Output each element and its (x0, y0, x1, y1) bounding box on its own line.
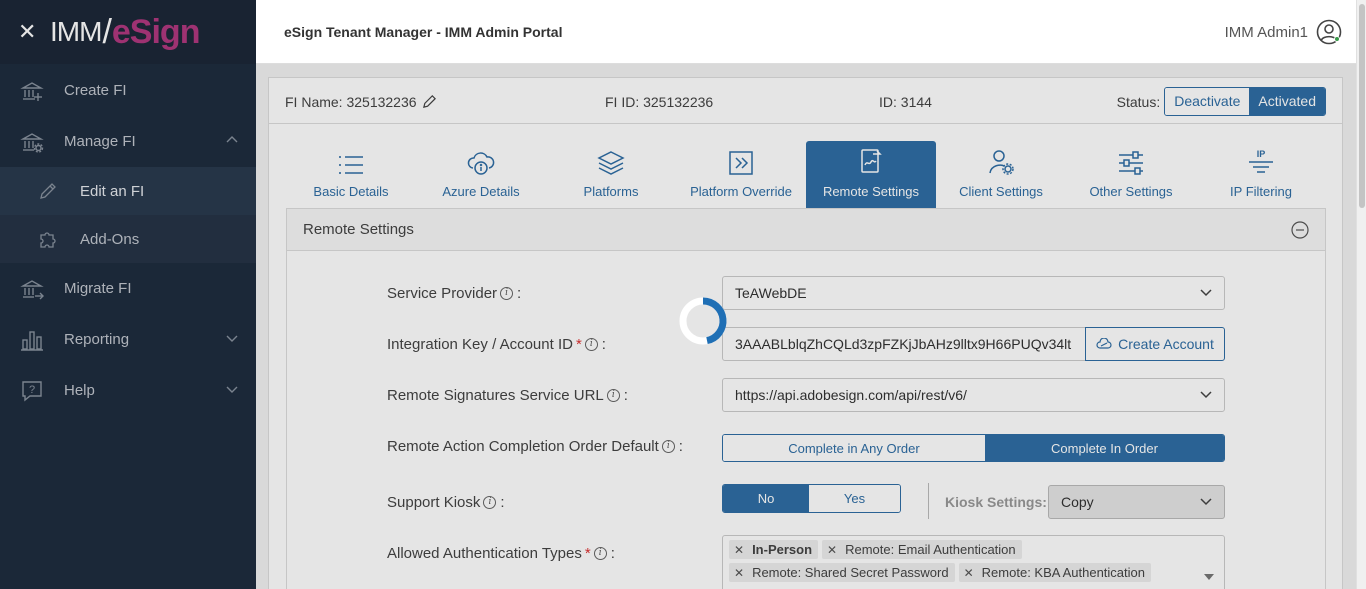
sidebar-dim-overlay (0, 0, 256, 589)
page-scrollbar[interactable] (1356, 0, 1366, 589)
page-title: eSign Tenant Manager - IMM Admin Portal (284, 23, 563, 40)
scrollbar-thumb[interactable] (1359, 4, 1365, 208)
top-header: eSign Tenant Manager - IMM Admin Portal … (256, 0, 1356, 64)
loading-spinner-icon (679, 297, 727, 345)
user-avatar-icon[interactable] (1316, 19, 1342, 45)
user-menu[interactable]: IMM Admin1 (1225, 19, 1342, 45)
user-name: IMM Admin1 (1224, 23, 1308, 41)
loading-overlay (256, 64, 1356, 589)
